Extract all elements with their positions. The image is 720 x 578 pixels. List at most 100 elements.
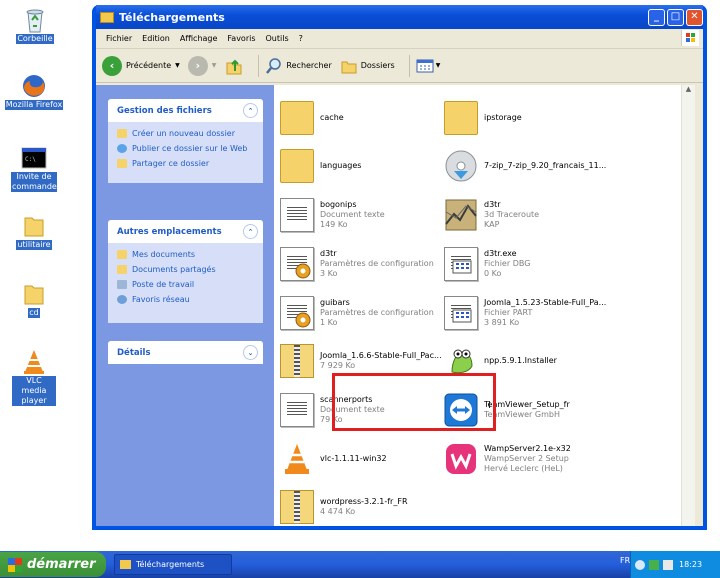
windows-logo-icon: [8, 557, 22, 572]
toolbar-separator: [258, 54, 260, 77]
folder-icon: [280, 101, 314, 135]
chevron-down-icon[interactable]: ▼: [175, 62, 180, 69]
maximize-button[interactable]: □: [667, 8, 684, 26]
title-bar[interactable]: Téléchargements _ □ ✕: [96, 5, 703, 29]
place-label: Favoris réseau: [132, 295, 190, 304]
file-tasks-header[interactable]: Gestion des fichiers ⌃: [108, 99, 263, 122]
place-label: Documents partagés: [132, 265, 216, 274]
task-share-folder[interactable]: Partager ce dossier: [108, 156, 263, 171]
task-new-folder[interactable]: Créer un nouveau dossier: [108, 126, 263, 141]
file-item-ipstorage[interactable]: ipstorage: [444, 96, 609, 140]
place-my-computer[interactable]: Poste de travail: [108, 277, 263, 292]
folder-icon: [120, 560, 131, 569]
file-size: 3 Ko: [320, 269, 338, 278]
file-item-d3tr-kap[interactable]: d3tr 3d Traceroute KAP: [444, 193, 609, 237]
scroll-up-icon[interactable]: ▲: [682, 85, 695, 93]
close-button[interactable]: ✕: [686, 8, 703, 26]
menu-favoris[interactable]: Favoris: [222, 34, 260, 43]
menu-fichier[interactable]: Fichier: [101, 34, 137, 43]
menu-help[interactable]: ?: [294, 34, 308, 43]
tray-network-icon[interactable]: [649, 559, 659, 570]
minimize-button[interactable]: _: [648, 8, 665, 26]
collapse-chevron-icon[interactable]: ⌃: [243, 103, 258, 118]
file-tasks-box: Gestion des fichiers ⌃ Créer un nouveau …: [108, 99, 263, 183]
file-name: d3tr.exe: [484, 249, 517, 258]
file-item-7zip[interactable]: 7-zip_7-zip_9.20_francais_11...: [444, 144, 684, 188]
folders-icon: [341, 61, 357, 73]
file-name: Joomla_1.6.6-Stable-Full_Pac...: [320, 351, 442, 360]
language-indicator[interactable]: FR: [620, 556, 630, 565]
file-type: Fichier PART: [484, 308, 533, 317]
back-button[interactable]: ‹ Précédente ▼: [102, 55, 180, 76]
up-folder-button[interactable]: [224, 56, 244, 76]
desktop-icon-command-prompt[interactable]: C:\ Invite de commandes: [4, 144, 64, 192]
desktop-icon-vlc[interactable]: VLC media player: [4, 348, 64, 406]
menu-affichage[interactable]: Affichage: [175, 34, 223, 43]
tray-app-icon[interactable]: [635, 559, 645, 570]
place-shared-documents[interactable]: Documents partagés: [108, 262, 263, 277]
collapse-chevron-icon[interactable]: ⌃: [243, 224, 258, 239]
search-button[interactable]: Rechercher: [265, 57, 332, 75]
desktop-icon-utilitaire[interactable]: utilitaire: [4, 212, 64, 250]
folders-label: Dossiers: [360, 61, 395, 70]
place-label: Mes documents: [132, 250, 196, 259]
desktop-icon-recycle-bin[interactable]: Corbeille: [5, 6, 65, 44]
file-item-languages[interactable]: languages: [280, 144, 445, 188]
file-size: 4 474 Ko: [320, 507, 356, 516]
file-item-wampserver[interactable]: WampServer2.1e-x32 WampServer 2 Setup Herv…: [444, 437, 609, 481]
windows-logo-icon: [681, 30, 699, 46]
file-size: 149 Ko: [320, 220, 348, 229]
expand-chevron-icon[interactable]: ⌄: [243, 345, 258, 360]
task-label: Partager ce dossier: [132, 159, 210, 168]
file-name: wordpress-3.2.1-fr_FR: [320, 497, 408, 506]
place-network[interactable]: Favoris réseau: [108, 292, 263, 307]
part-file-icon: [444, 296, 478, 330]
folder-icon: [100, 11, 114, 23]
desktop-icon-label: VLC media player: [12, 376, 56, 406]
explorer-window: Téléchargements _ □ ✕ Fichier Edition Af…: [92, 5, 707, 530]
up-folder-icon: [226, 59, 242, 74]
other-places-header[interactable]: Autres emplacements ⌃: [108, 220, 263, 243]
desktop-icon-label: Invite de commandes: [11, 172, 62, 192]
folders-button[interactable]: Dossiers: [340, 57, 395, 75]
details-header[interactable]: Détails ⌄: [108, 341, 263, 364]
views-button[interactable]: ▼: [416, 58, 440, 74]
desktop-icon-firefox[interactable]: Mozilla Firefox: [4, 72, 64, 110]
file-name: ipstorage: [484, 113, 522, 122]
folder-icon: [19, 280, 49, 306]
desktop-icon-cd[interactable]: cd: [4, 280, 64, 318]
details-box: Détails ⌄: [108, 341, 263, 364]
vertical-scrollbar[interactable]: ▲: [681, 85, 695, 526]
text-document-icon: [280, 393, 314, 427]
file-size: 0 Ko: [484, 269, 502, 278]
file-item-bogonips[interactable]: bogonips Document texte 149 Ko: [280, 193, 445, 237]
file-item-vlc[interactable]: vlc-1.1.11-win32: [280, 437, 445, 481]
clock[interactable]: 18:23: [679, 560, 702, 569]
folder-icon: [280, 149, 314, 183]
file-item-joomla-part[interactable]: Joomla_1.5.23-Stable-Full_Pa... Fichier P…: [444, 291, 644, 335]
file-item-d3tr-config[interactable]: d3tr Paramètres de configuration 3 Ko: [280, 242, 445, 286]
file-item-cache[interactable]: cache: [280, 96, 445, 140]
desktop-icon-label: Mozilla Firefox: [4, 100, 64, 110]
file-name: d3tr: [484, 200, 501, 209]
traceroute-icon: [444, 198, 478, 232]
file-item-wordpress[interactable]: wordpress-3.2.1-fr_FR 4 474 Ko: [280, 485, 445, 529]
forward-button[interactable]: › ▼: [187, 55, 217, 76]
start-label: démarrer: [27, 557, 96, 572]
taskbar-item-downloads[interactable]: Téléchargements: [114, 554, 232, 575]
menu-outils[interactable]: Outils: [261, 34, 294, 43]
file-name: bogonips: [320, 200, 357, 209]
file-size: 7 929 Ko: [320, 361, 356, 370]
file-item-guibars[interactable]: guibars Paramètres de configuration 1 Ko: [280, 291, 445, 335]
dbg-file-icon: [444, 247, 478, 281]
start-button[interactable]: démarrer: [0, 552, 106, 577]
file-item-d3tr-exe[interactable]: d3tr.exe Fichier DBG 0 Ko: [444, 242, 609, 286]
task-publish-web[interactable]: Publier ce dossier sur le Web: [108, 141, 263, 156]
file-type: Document texte: [320, 210, 385, 219]
file-type: Paramètres de configuration: [320, 259, 434, 268]
text-cursor-icon: I: [488, 400, 491, 411]
chevron-down-icon[interactable]: ▼: [212, 62, 217, 69]
place-my-documents[interactable]: Mes documents: [108, 247, 263, 262]
menu-edition[interactable]: Edition: [137, 34, 175, 43]
tray-volume-icon[interactable]: [663, 559, 673, 570]
